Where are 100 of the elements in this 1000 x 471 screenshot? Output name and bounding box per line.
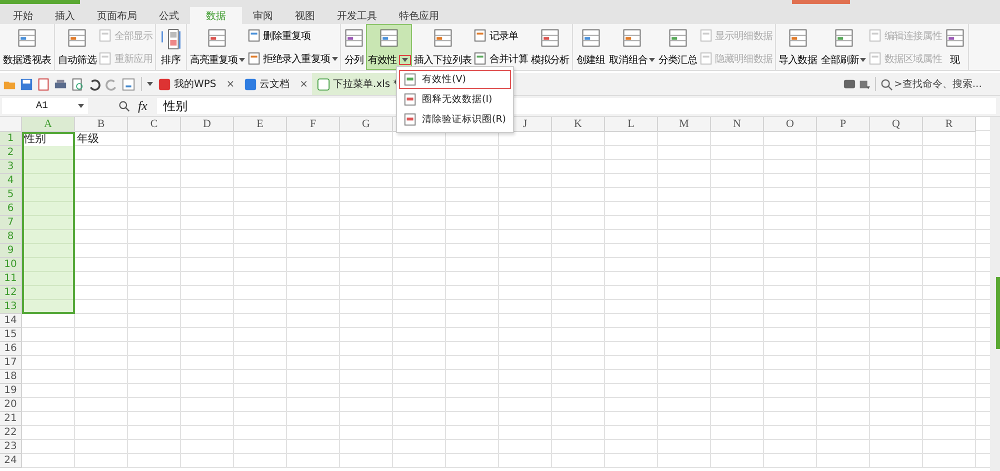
menu-item[interactable]: 有效性(V) — [399, 70, 512, 89]
search-icon — [880, 78, 893, 90]
ribbon-button[interactable]: 删除重复项 — [246, 28, 340, 44]
close-button[interactable]: × — [226, 78, 235, 90]
ribbon-button[interactable]: 合并计算 — [473, 50, 529, 66]
ribbon-tab[interactable]: 页面布局 — [86, 7, 148, 24]
document-icon — [158, 78, 171, 90]
sheet-icon — [432, 28, 453, 48]
column-header[interactable]: R — [923, 117, 976, 132]
column-header[interactable]: P — [817, 117, 870, 132]
document-tab[interactable]: 我的WPS × — [153, 73, 239, 95]
close-button[interactable]: × — [300, 78, 308, 90]
ribbon-button[interactable]: 高亮重复项 — [188, 24, 247, 70]
column-header[interactable]: L — [605, 117, 658, 132]
print-icon[interactable] — [54, 78, 67, 90]
column-header[interactable]: B — [75, 117, 128, 132]
highlighted-cell — [22, 272, 75, 286]
ribbon-tab[interactable]: 公式 — [148, 7, 190, 24]
sheet-icon — [540, 28, 560, 48]
zoom-icon[interactable] — [118, 100, 130, 112]
highlighted-cell — [22, 188, 75, 202]
sheet-icon — [869, 29, 882, 42]
highlighted-cell — [22, 160, 75, 174]
ribbon-tab[interactable]: 开发工具 — [326, 7, 388, 24]
column-header[interactable]: Q — [870, 117, 923, 132]
scroll-thumb[interactable] — [996, 277, 1000, 349]
row-header[interactable]: 17 — [0, 356, 22, 370]
command-search-field[interactable]: >查找命令、搜索... — [894, 78, 998, 90]
row-header[interactable]: 15 — [0, 328, 22, 342]
sheet-icon — [344, 28, 364, 48]
ribbon-button[interactable]: 现 — [942, 24, 967, 70]
sheet-icon — [248, 52, 261, 65]
highlighted-cell — [22, 286, 75, 300]
ribbon-button[interactable]: 取消组合 — [607, 24, 656, 70]
ribbon-button[interactable]: 全部刷新 — [818, 24, 868, 70]
chat-icon[interactable] — [843, 78, 856, 90]
sheet-icon — [378, 28, 399, 48]
row-header[interactable]: 24 — [0, 454, 22, 468]
row-header[interactable]: 14 — [0, 314, 22, 328]
ribbon-button[interactable]: 分类汇总 — [656, 24, 699, 70]
window-icon[interactable] — [122, 78, 135, 90]
row-header[interactable]: 21 — [0, 412, 22, 426]
column-header[interactable]: N — [711, 117, 764, 132]
sheet-icon — [67, 28, 88, 48]
sort-icon — [158, 28, 183, 52]
column-header[interactable]: O — [764, 117, 817, 132]
sort-button[interactable]: 排序 — [156, 24, 185, 70]
ribbon-button[interactable]: 有效性 — [366, 24, 412, 70]
row-header[interactable]: 20 — [0, 398, 22, 412]
column-header[interactable]: M — [658, 117, 711, 132]
highlighted-cell — [22, 146, 75, 160]
ribbon-button[interactable]: 分列 — [342, 24, 366, 70]
column-header[interactable]: E — [234, 117, 287, 132]
highlighted-cell — [22, 244, 75, 258]
sheet-icon — [700, 52, 713, 65]
row-header[interactable]: 23 — [0, 440, 22, 454]
name-box[interactable]: A1 — [2, 98, 88, 114]
highlighted-cell — [22, 216, 75, 230]
highlighted-cell — [22, 230, 75, 244]
row-header[interactable]: 19 — [0, 384, 22, 398]
document-icon — [244, 78, 257, 90]
column-header[interactable]: C — [128, 117, 181, 132]
column-header[interactable]: F — [287, 117, 340, 132]
preview-icon[interactable] — [71, 78, 84, 90]
highlighted-cell — [22, 202, 75, 216]
ribbon-tab[interactable]: 插入 — [44, 7, 86, 24]
ribbon-button[interactable]: 导入数据 — [776, 24, 819, 70]
ribbon-button[interactable]: 记录单 — [473, 28, 529, 44]
ribbon-button[interactable]: 拒绝录入重复项 — [246, 50, 340, 66]
sheet-icon — [404, 113, 417, 126]
ribbon-button[interactable]: 自动筛选 — [56, 24, 98, 70]
ribbon-tab[interactable]: 数据 — [190, 7, 242, 24]
row-header[interactable]: 16 — [0, 342, 22, 356]
undo-icon[interactable] — [88, 78, 101, 90]
ribbon-tab[interactable]: 特色应用 — [388, 7, 450, 24]
ribbon-button[interactable]: 创建组 — [574, 24, 608, 70]
row-header[interactable]: 18 — [0, 370, 22, 384]
sheet-icon — [622, 28, 642, 48]
caret-icon[interactable] — [147, 82, 153, 86]
sheet-icon — [700, 29, 713, 42]
scrollbar[interactable] — [990, 117, 1000, 471]
caret-icon — [648, 58, 654, 62]
export-icon[interactable] — [37, 78, 50, 90]
sheet-icon — [99, 52, 112, 65]
column-header[interactable]: K — [552, 117, 605, 132]
sheet-icon — [834, 28, 854, 48]
save-icon[interactable] — [20, 78, 33, 90]
ribbon-button[interactable]: 数据透视表 — [1, 24, 54, 70]
ribbon-button[interactable]: 模拟分析 — [528, 24, 572, 70]
document-icon — [317, 78, 330, 90]
ribbon-tab[interactable]: 视图 — [284, 7, 326, 24]
ribbon-tab[interactable]: 开始 — [2, 7, 44, 24]
highlighted-cell — [22, 258, 75, 272]
ribbon-tab[interactable]: 审阅 — [242, 7, 284, 24]
function-button[interactable]: fx — [138, 98, 148, 114]
sheet-icon — [207, 28, 228, 48]
row-header[interactable]: 22 — [0, 426, 22, 440]
column-header[interactable]: G — [340, 117, 393, 132]
document-tab[interactable]: 云文档 × — [238, 73, 312, 95]
column-header[interactable]: D — [181, 117, 234, 132]
